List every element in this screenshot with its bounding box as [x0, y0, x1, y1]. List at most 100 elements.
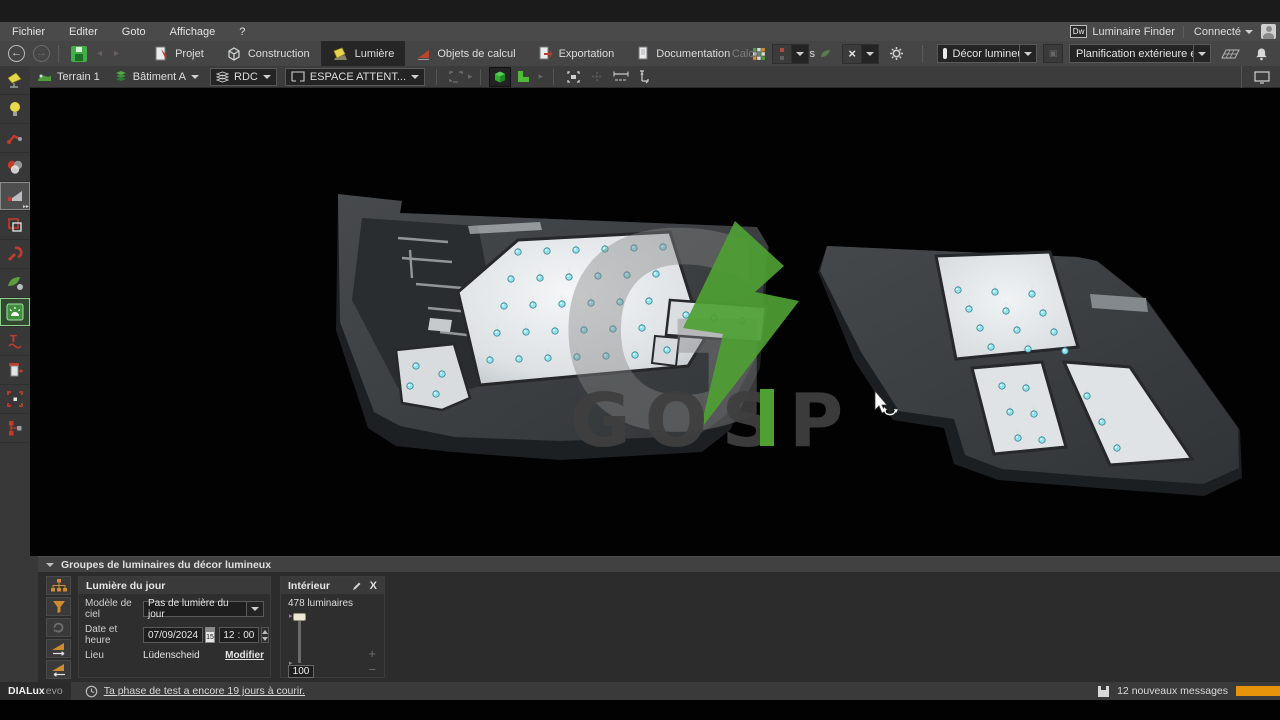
forward-button[interactable]: →: [33, 45, 50, 62]
tool-copy-arrangement[interactable]: [0, 211, 30, 240]
luminaire-finder-button[interactable]: Dw Luminaire Finder: [1069, 25, 1175, 38]
view-plan-button[interactable]: [513, 67, 535, 87]
tool-joint-arm[interactable]: [0, 124, 30, 153]
tool-text-label[interactable]: T: [0, 327, 30, 356]
decor-lumineux-dropdown[interactable]: Décor lumineux 1: [937, 44, 1037, 63]
save-button[interactable]: [71, 45, 87, 62]
tool-light-scene[interactable]: [0, 298, 30, 327]
light-icon: [333, 47, 347, 60]
messages-label[interactable]: 12 nouveaux messages: [1117, 685, 1228, 697]
zoom-selection-button[interactable]: [586, 67, 608, 87]
add-group-button[interactable]: +: [368, 647, 376, 660]
time-minutes: 00: [243, 629, 255, 641]
viewport-3d[interactable]: G GOSP: [30, 88, 1280, 556]
menu-goto[interactable]: Goto: [110, 26, 158, 38]
hierarchy-tree-button[interactable]: [46, 576, 71, 595]
display-monitor-button[interactable]: [1251, 67, 1273, 87]
menu-affichage[interactable]: Affichage: [158, 26, 228, 38]
tool-dimmer-ramp[interactable]: ▸▸: [0, 182, 30, 211]
tab-label: Projet: [175, 47, 204, 60]
tab-lumiere[interactable]: Lumière: [320, 41, 406, 66]
slider-thumb[interactable]: [293, 613, 306, 621]
refresh-button[interactable]: [46, 618, 71, 637]
wrench-icon: [8, 246, 23, 261]
redo-button[interactable]: ▸: [114, 48, 119, 59]
selection-frame-button[interactable]: [445, 67, 467, 87]
tab-documentation[interactable]: Documentation: [625, 41, 741, 66]
surface-grid-icon: [1221, 49, 1240, 58]
surface-grid-button[interactable]: [1217, 44, 1245, 64]
view-more-arrow[interactable]: ▸: [539, 71, 544, 82]
measure-vertical-button[interactable]: [634, 67, 656, 87]
tool-furniture[interactable]: [0, 356, 30, 385]
light-scene-icon: [6, 303, 24, 321]
back-button[interactable]: ←: [8, 45, 25, 62]
account-status-label: Connecté: [1193, 25, 1241, 38]
sky-model-dropdown[interactable]: Pas de lumière du jour: [143, 598, 264, 620]
dim-down-button[interactable]: [46, 660, 71, 679]
tool-circuit-branch[interactable]: [0, 414, 30, 443]
calculation-mode-dropdown[interactable]: [772, 43, 810, 64]
terrain-selector[interactable]: Terrain 1: [30, 71, 107, 83]
tool-bulb[interactable]: [0, 95, 30, 124]
menu-editer[interactable]: Editer: [57, 26, 110, 38]
decor-settings-button[interactable]: ▣: [1043, 44, 1063, 63]
time-spinner[interactable]: [260, 627, 269, 643]
modify-location-link[interactable]: Modifier: [225, 650, 264, 661]
calculation-mode-icon: [773, 45, 791, 63]
storey-icon: [216, 71, 229, 82]
messages-progress-bar: [1236, 686, 1280, 696]
energy-leaf-icon: [815, 44, 836, 64]
remove-group-button[interactable]: −: [368, 663, 376, 676]
tab-label: Objets de calcul: [437, 47, 516, 60]
tool-colour-filter[interactable]: [0, 153, 30, 182]
tool-maintenance-wrench[interactable]: [0, 240, 30, 269]
luminaire-groups-panel-header[interactable]: Groupes de luminaires du décor lumineux: [38, 556, 1280, 572]
construction-icon: [228, 46, 240, 61]
filter-funnel-button[interactable]: [46, 597, 71, 616]
account-status-dropdown[interactable]: Connecté: [1182, 25, 1253, 38]
close-icon[interactable]: X: [370, 580, 377, 592]
menu-help[interactable]: ?: [227, 26, 257, 38]
selection-arrow[interactable]: ▸: [468, 71, 473, 82]
luminaire-finder-icon: Dw: [1069, 25, 1088, 38]
tab-exportation[interactable]: Exportation: [527, 41, 626, 66]
settings-gear-button[interactable]: [885, 44, 908, 64]
measure-horizontal-button[interactable]: [610, 67, 632, 87]
tab-objets-de-calcul[interactable]: Objets de calcul: [405, 41, 526, 66]
time-input[interactable]: 12 : 00: [218, 627, 259, 643]
leaf-icon: [8, 277, 23, 290]
edit-pencil-icon[interactable]: [352, 581, 362, 591]
app-name: DIALux: [8, 685, 45, 697]
slider-track[interactable]: [298, 615, 301, 663]
project-icon: [155, 46, 168, 61]
zoom-fit-button[interactable]: [562, 67, 584, 87]
cancel-calculation-dropdown[interactable]: ×: [842, 43, 879, 64]
view-3d-button[interactable]: [488, 66, 511, 87]
date-input[interactable]: 07/09/2024: [143, 627, 204, 643]
building-right: [818, 246, 1242, 496]
notifications-bell-button[interactable]: [1251, 44, 1272, 64]
viewport-scene: G GOSP: [336, 177, 1242, 496]
dim-up-button[interactable]: [46, 639, 71, 658]
planification-dropdown[interactable]: Planification extérieure e...: [1069, 44, 1211, 63]
dim-slider[interactable]: ▸ ▸: [289, 613, 307, 667]
tab-construction[interactable]: Construction: [215, 41, 321, 66]
espace-dropdown[interactable]: ESPACE ATTENT...: [284, 67, 426, 86]
espace-label: ESPACE ATTENT...: [309, 70, 407, 83]
tool-luminaire-lamp[interactable]: [0, 66, 30, 95]
menu-fichier[interactable]: Fichier: [0, 26, 57, 38]
tab-projet[interactable]: Projet: [143, 41, 215, 66]
branch-nodes-icon: [9, 421, 22, 436]
tool-energy-leaf[interactable]: [0, 269, 30, 298]
bell-icon: [1256, 48, 1267, 60]
undo-button[interactable]: ◂: [97, 48, 102, 59]
batiment-selector[interactable]: Bâtiment A: [107, 70, 206, 83]
calendar-button[interactable]: 15: [205, 627, 215, 643]
avatar[interactable]: [1261, 24, 1276, 39]
trial-message-link[interactable]: Ta phase de test a encore 19 jours à cou…: [104, 685, 305, 697]
etage-dropdown[interactable]: RDC: [210, 67, 277, 86]
joint-arm-icon: [7, 134, 22, 144]
tool-focus-frame[interactable]: [0, 385, 30, 414]
dim-value-input[interactable]: 100: [288, 665, 314, 678]
